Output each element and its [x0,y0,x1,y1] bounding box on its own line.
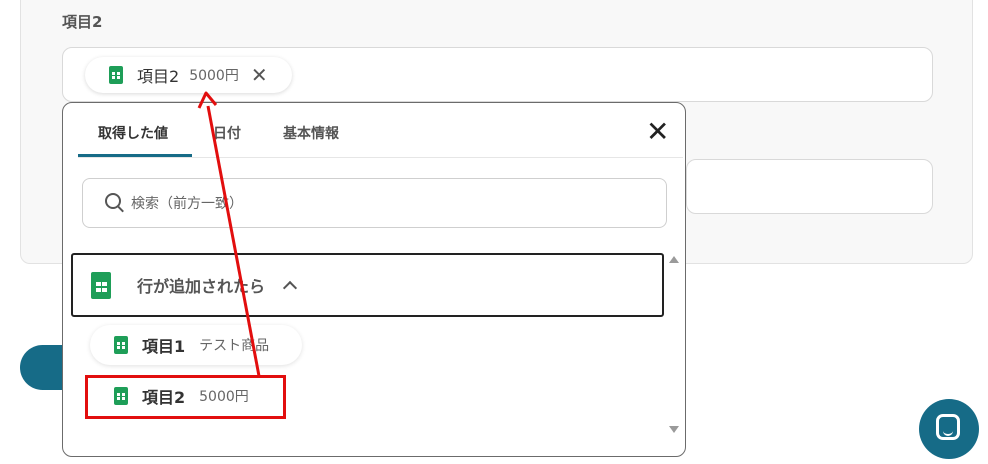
chat-icon [936,414,960,440]
chat-support-button[interactable] [919,399,979,459]
annotation-arrow [197,91,261,377]
